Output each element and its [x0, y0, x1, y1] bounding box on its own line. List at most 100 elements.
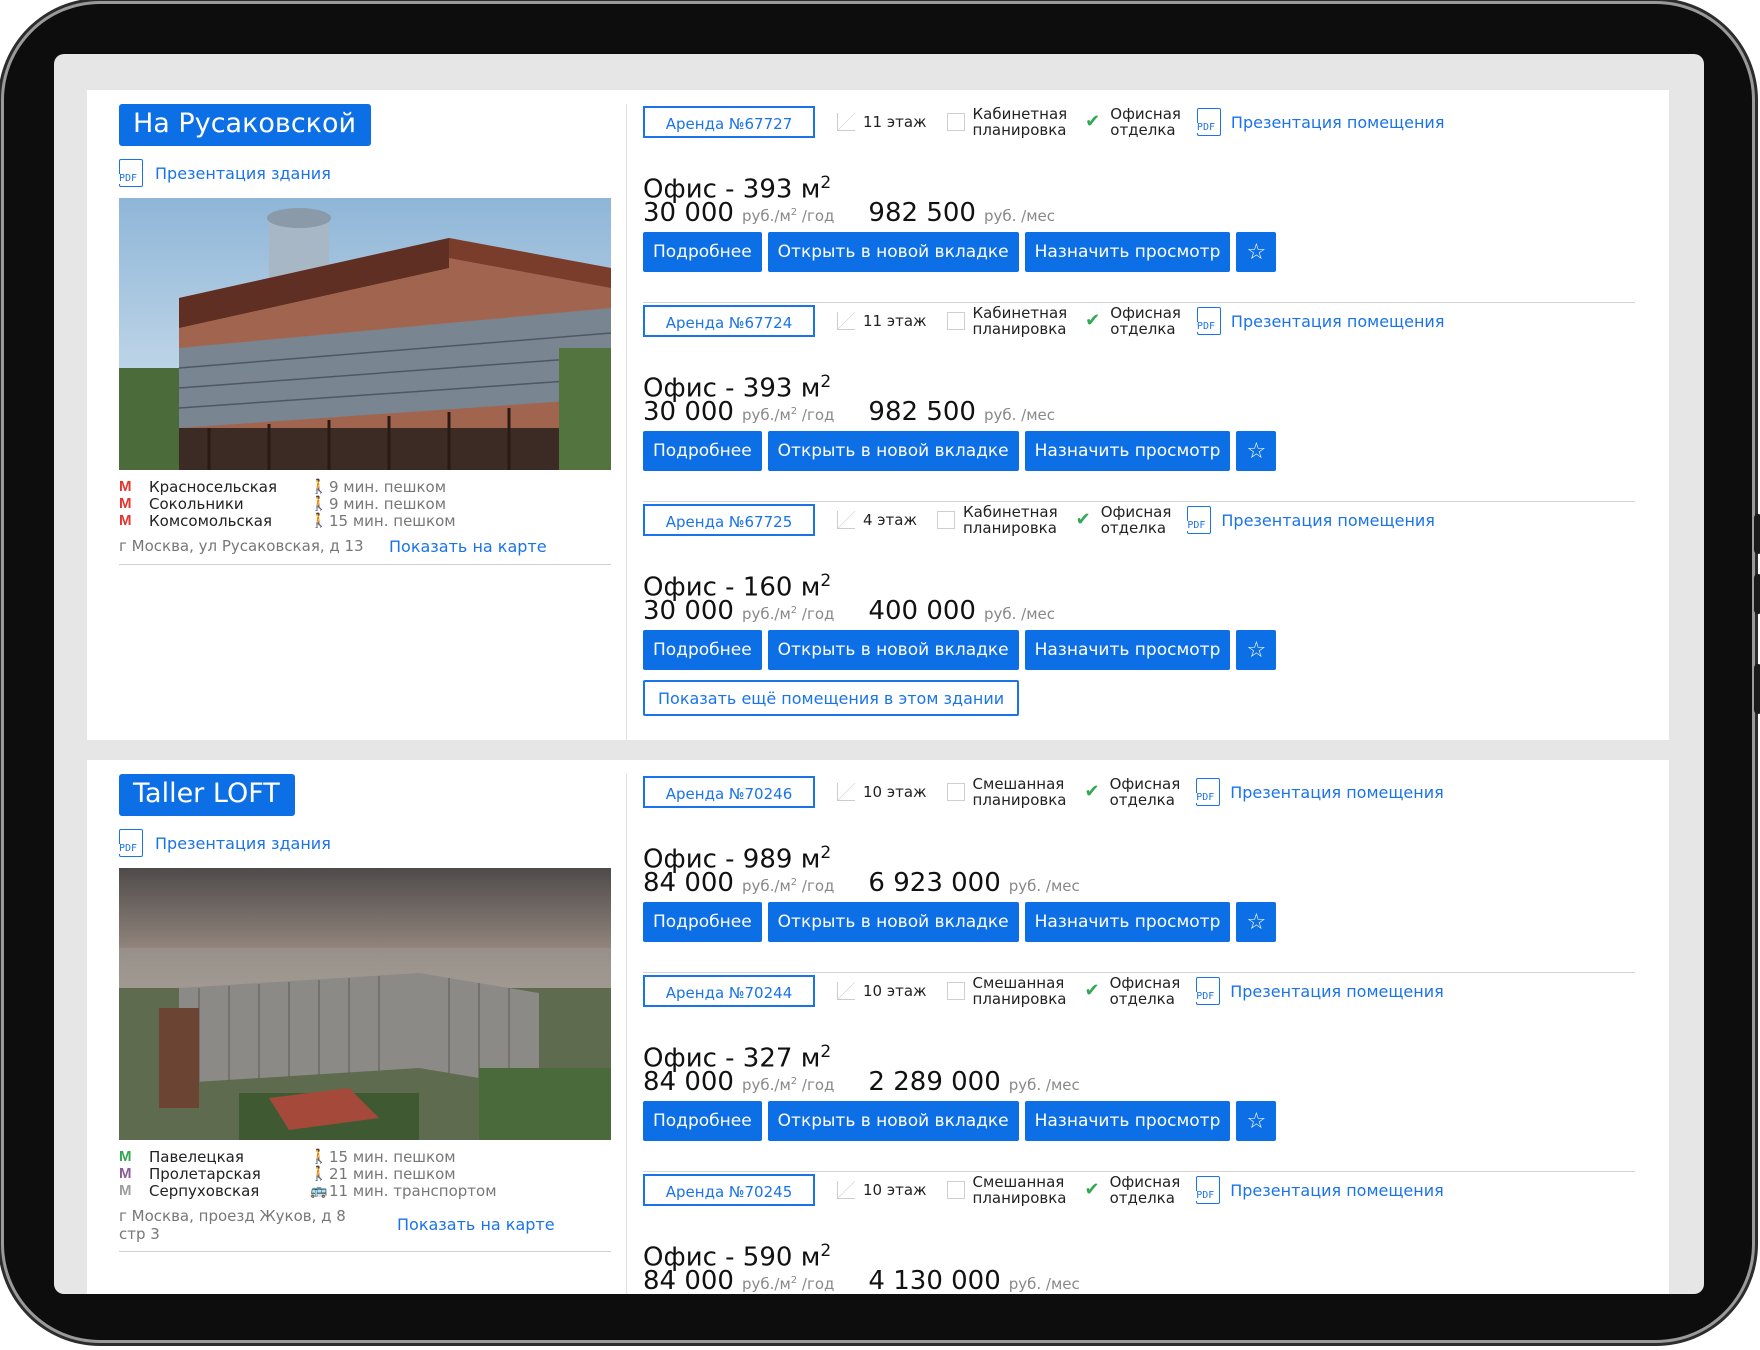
- building-address: г Москва, ул Русаковская, д 13: [119, 537, 364, 555]
- star-icon[interactable]: ☆: [1236, 232, 1277, 272]
- check-icon: ✔: [1085, 310, 1101, 331]
- offer-finish: ✔ Офисная отделка: [1085, 105, 1181, 139]
- metro-time: 9 мин. пешком: [329, 494, 447, 513]
- open-new-tab-button[interactable]: Открыть в новой вкладке: [767, 1101, 1019, 1141]
- offer-layout: Смешанная планировка: [946, 1174, 1066, 1206]
- schedule-viewing-button[interactable]: Назначить просмотр: [1024, 431, 1231, 471]
- show-on-map-link[interactable]: Показать на карте: [389, 537, 547, 556]
- price-per-m2: 30 000: [643, 596, 734, 626]
- metro-station: Серпуховская: [149, 1181, 260, 1200]
- metro-station: Красносельская: [149, 477, 278, 496]
- show-more-offers-button[interactable]: Показать ещё помещения в этом здании: [643, 680, 1020, 716]
- check-icon: ✔: [1084, 1179, 1100, 1200]
- details-button[interactable]: Подробнее: [643, 431, 762, 471]
- star-icon[interactable]: ☆: [1236, 630, 1277, 670]
- side-button: [1754, 514, 1760, 554]
- star-icon[interactable]: ☆: [1236, 902, 1277, 942]
- price-per-month: 6 923 000: [868, 868, 1001, 898]
- check-icon: ✔: [1075, 509, 1091, 530]
- price-per-m2: 84 000: [643, 868, 734, 898]
- building-presentation-link[interactable]: Презентация здания: [155, 834, 331, 853]
- more-wrap: Показать ещё помещения в этом здании: [643, 680, 1635, 728]
- offer-layout: Кабинетная планировка: [946, 305, 1067, 337]
- pdf-icon: PDF: [118, 159, 145, 187]
- open-new-tab-button[interactable]: Открыть в новой вкладке: [767, 232, 1019, 272]
- walk-icon: 🚶: [310, 1165, 328, 1182]
- schedule-viewing-button[interactable]: Назначить просмотр: [1024, 630, 1231, 670]
- schedule-viewing-button[interactable]: Назначить просмотр: [1024, 232, 1231, 272]
- metro-row: M Серпуховская 🚌 11 мин. транспортом: [119, 1181, 611, 1200]
- offer-id-badge[interactable]: Аренда №67725: [643, 504, 815, 536]
- offer-prices: 30 000 руб./м2 /год 400 000 руб. /мес: [643, 596, 1055, 629]
- check-icon: ✔: [1084, 781, 1100, 802]
- offer-presentation-link[interactable]: Презентация помещения: [1230, 1181, 1444, 1200]
- metro-icon: M: [119, 1165, 132, 1182]
- metro-row: M Красносельская 🚶 9 мин. пешком: [119, 477, 611, 496]
- offer-presentation[interactable]: PDF Презентация помещения: [1186, 506, 1435, 534]
- offer-presentation[interactable]: PDF Презентация помещения: [1195, 778, 1444, 806]
- metro-time: 21 мин. пешком: [329, 1164, 456, 1183]
- details-button[interactable]: Подробнее: [643, 630, 762, 670]
- price-per-m2: 30 000: [643, 198, 734, 228]
- offer-header: Аренда №67724 11 этаж Кабинетная планиров…: [643, 303, 1444, 339]
- offer-presentation-link[interactable]: Презентация помещения: [1231, 113, 1445, 132]
- offer-floor: 10 этаж: [837, 783, 927, 801]
- floor-icon: [837, 783, 855, 801]
- offer-presentation[interactable]: PDF Презентация помещения: [1195, 108, 1445, 136]
- offer-id-badge[interactable]: Аренда №67724: [643, 305, 815, 337]
- open-new-tab-button[interactable]: Открыть в новой вкладке: [767, 630, 1019, 670]
- building-photo[interactable]: [119, 198, 611, 470]
- floor-icon: [837, 312, 855, 330]
- offer-presentation[interactable]: PDF Презентация помещения: [1195, 1176, 1444, 1204]
- building-name[interactable]: Taller LOFT: [119, 774, 295, 816]
- star-icon[interactable]: ☆: [1236, 431, 1277, 471]
- building-photo[interactable]: [119, 868, 611, 1140]
- offer-presentation[interactable]: PDF Презентация помещения: [1195, 977, 1444, 1005]
- offer-id-badge[interactable]: Аренда №70244: [643, 975, 815, 1007]
- offer-finish: ✔ Офисная отделка: [1084, 1173, 1181, 1207]
- address-row: г Москва, ул Русаковская, д 13 Показать …: [119, 537, 611, 565]
- offer-id-badge[interactable]: Аренда №67727: [643, 106, 815, 138]
- side-button: [1754, 664, 1760, 714]
- offer-presentation[interactable]: PDF Презентация помещения: [1195, 307, 1445, 335]
- building-name[interactable]: На Русаковской: [119, 104, 372, 146]
- pdf-icon: PDF: [118, 829, 145, 857]
- offer-presentation-link[interactable]: Презентация помещения: [1230, 982, 1444, 1001]
- offer-finish: ✔ Офисная отделка: [1084, 775, 1181, 809]
- offer-id-badge[interactable]: Аренда №70245: [643, 1174, 815, 1206]
- metro-station: Комсомольская: [149, 511, 273, 530]
- show-on-map-link[interactable]: Показать на карте: [397, 1215, 555, 1243]
- price-per-month-unit: руб. /мес: [983, 605, 1055, 623]
- open-new-tab-button[interactable]: Открыть в новой вкладке: [767, 431, 1019, 471]
- schedule-viewing-button[interactable]: Назначить просмотр: [1024, 1101, 1231, 1141]
- offer-id-badge[interactable]: Аренда №70246: [643, 776, 815, 808]
- offer-presentation-link[interactable]: Презентация помещения: [1231, 312, 1445, 331]
- price-per-m2: 84 000: [643, 1067, 734, 1097]
- metro-list: M Павелецкая 🚶 15 мин. пешком M Пролетар…: [119, 1147, 611, 1200]
- building-presentation[interactable]: PDF Презентация здания: [118, 828, 611, 858]
- offer-layout: Кабинетная планировка: [946, 106, 1067, 138]
- offer-presentation-link[interactable]: Презентация помещения: [1221, 511, 1435, 530]
- offer-presentation-link[interactable]: Презентация помещения: [1230, 783, 1444, 802]
- check-icon: ✔: [1085, 111, 1101, 132]
- schedule-viewing-button[interactable]: Назначить просмотр: [1024, 902, 1231, 942]
- layout-icon: [946, 312, 965, 330]
- building-address: г Москва, проезд Жуков, д 8 стр 3: [119, 1207, 346, 1243]
- open-new-tab-button[interactable]: Открыть в новой вкладке: [767, 902, 1019, 942]
- details-button[interactable]: Подробнее: [643, 1101, 762, 1141]
- metro-icon: M: [119, 495, 132, 512]
- metro-station: Сокольники: [149, 494, 244, 513]
- metro-time: 15 мин. пешком: [329, 1147, 456, 1166]
- details-button[interactable]: Подробнее: [643, 232, 762, 272]
- building-presentation[interactable]: PDF Презентация здания: [118, 158, 611, 188]
- floor-icon: [837, 1181, 855, 1199]
- star-icon[interactable]: ☆: [1236, 1101, 1277, 1141]
- building-presentation-link[interactable]: Презентация здания: [155, 164, 331, 183]
- details-button[interactable]: Подробнее: [643, 902, 762, 942]
- price-per-m2-unit: руб./м2 /год: [741, 1076, 835, 1094]
- price-per-m2: 84 000: [643, 1266, 734, 1294]
- pdf-icon: PDF: [1195, 307, 1223, 335]
- metro-time: 9 мин. пешком: [329, 477, 447, 496]
- building-info: На Русаковской PDF Презентация здания M …: [118, 104, 611, 565]
- check-icon: ✔: [1084, 980, 1100, 1001]
